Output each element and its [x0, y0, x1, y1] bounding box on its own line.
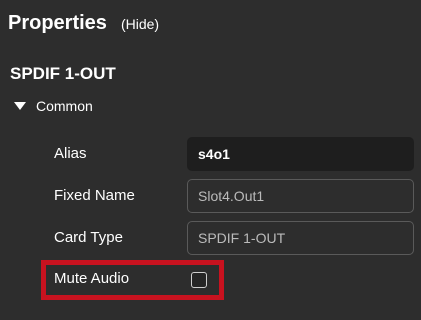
alias-input[interactable]: s4o1: [187, 137, 414, 171]
card-type-label: Card Type: [54, 229, 123, 246]
hide-link[interactable]: (Hide): [121, 16, 159, 32]
panel-title: Properties: [8, 12, 107, 34]
mute-audio-checkbox[interactable]: [191, 272, 207, 288]
section-label: Common: [36, 98, 93, 114]
section-toggle-common[interactable]: Common: [14, 98, 93, 114]
card-type-field: SPDIF 1-OUT: [187, 221, 414, 255]
alias-label: Alias: [54, 145, 87, 162]
properties-panel: Properties (Hide) SPDIF 1-OUT Common Ali…: [0, 0, 421, 320]
panel-header: Properties (Hide): [8, 12, 159, 44]
fixed-name-label: Fixed Name: [54, 187, 135, 204]
triangle-down-icon: [14, 102, 26, 110]
fixed-name-field: Slot4.Out1: [187, 179, 414, 213]
mute-audio-label: Mute Audio: [54, 270, 130, 287]
device-name: SPDIF 1-OUT: [10, 64, 116, 83]
